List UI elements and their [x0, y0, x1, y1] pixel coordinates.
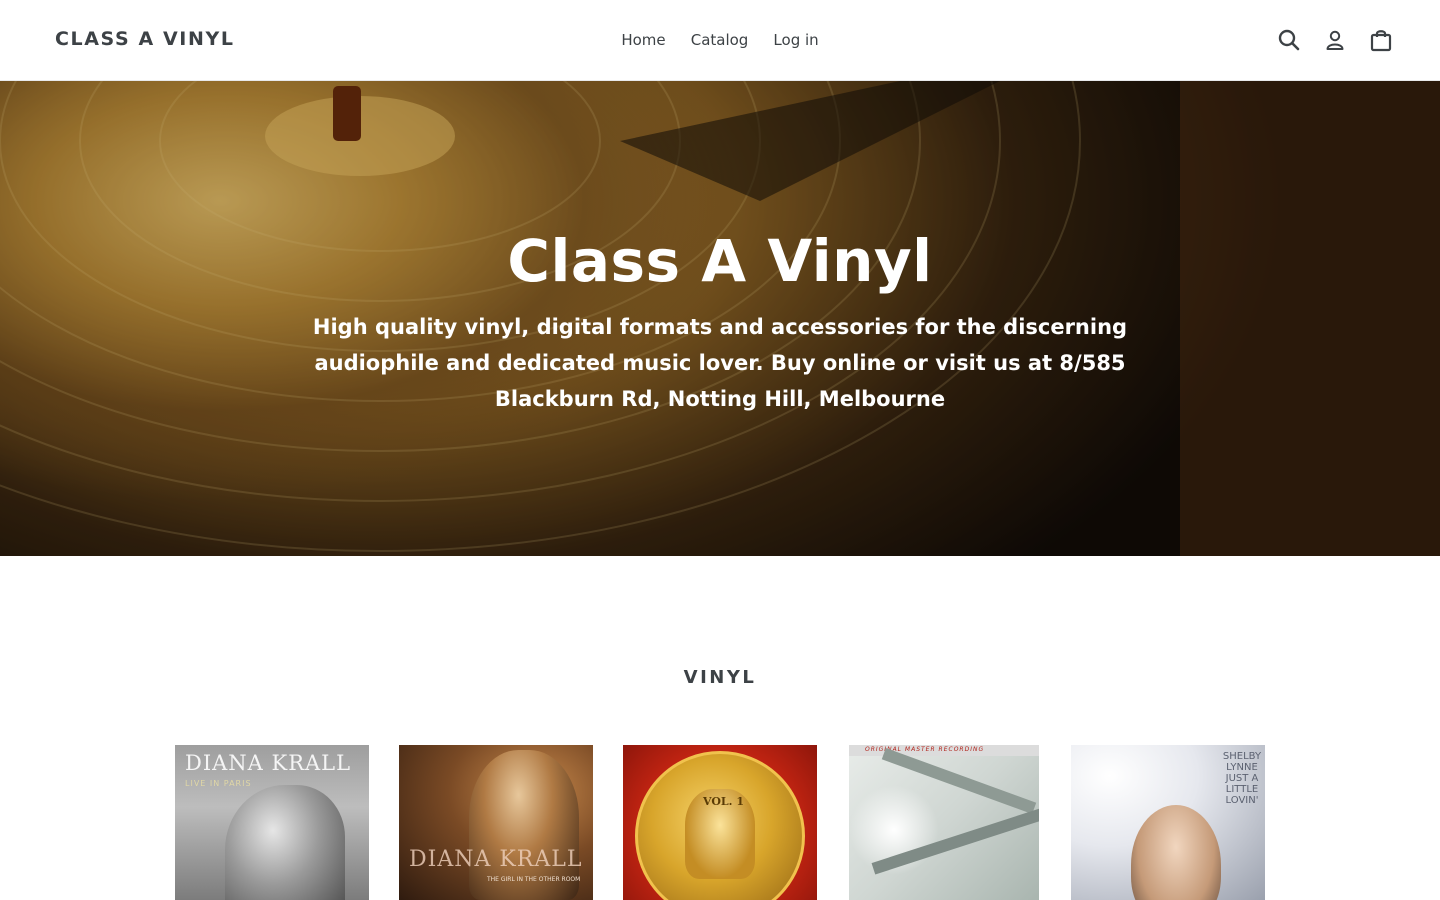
- cover-album: THE GIRL IN THE OTHER ROOM: [487, 876, 581, 883]
- album-cover-3: VOL. 1: [623, 745, 817, 900]
- hero-subtitle: High quality vinyl, digital formats and …: [312, 315, 1128, 411]
- cover-portrait: [225, 785, 345, 900]
- album-cover-5: SHELBY LYNNE JUST A LITTLE LOVIN': [1071, 745, 1265, 900]
- product-card-2[interactable]: DIANA KRALL THE GIRL IN THE OTHER ROOM: [399, 745, 593, 900]
- cover-banner-text: ORIGINAL MASTER RECORDING: [865, 746, 985, 753]
- cart-icon[interactable]: [1368, 27, 1394, 53]
- cover-artist: DIANA KRALL: [409, 847, 583, 872]
- search-icon[interactable]: [1276, 27, 1302, 53]
- account-icon[interactable]: [1322, 27, 1348, 53]
- site-header: CLASS A VINYL Home Catalog Log in: [0, 0, 1440, 81]
- header-icons: [1256, 27, 1394, 53]
- album-cover-2: DIANA KRALL THE GIRL IN THE OTHER ROOM: [399, 745, 593, 900]
- cover-artist: DIANA KRALL: [185, 751, 352, 775]
- product-card-4[interactable]: ORIGINAL MASTER RECORDING: [849, 745, 1039, 900]
- album-cover-4: ORIGINAL MASTER RECORDING: [849, 745, 1039, 900]
- cover-volume: VOL. 1: [703, 795, 744, 808]
- collection-title: VINYL: [683, 667, 757, 688]
- nav-catalog[interactable]: Catalog: [691, 31, 749, 49]
- cover-portrait: [1131, 805, 1221, 900]
- product-card-1[interactable]: DIANA KRALL LIVE IN PARIS: [175, 745, 369, 900]
- product-card-5[interactable]: SHELBY LYNNE JUST A LITTLE LOVIN': [1071, 745, 1265, 900]
- cover-title: SHELBY LYNNE JUST A LITTLE LOVIN': [1222, 751, 1262, 806]
- album-cover-1: DIANA KRALL LIVE IN PARIS: [175, 745, 369, 900]
- cover-album: LIVE IN PARIS: [185, 779, 252, 788]
- hero-banner: Class A Vinyl High quality vinyl, digita…: [0, 81, 1440, 556]
- hero-title: Class A Vinyl: [507, 227, 933, 295]
- main-nav: Home Catalog Log in: [0, 30, 1440, 49]
- nav-log-in[interactable]: Log in: [773, 31, 818, 49]
- product-card-3[interactable]: VOL. 1: [623, 745, 817, 900]
- nav-home[interactable]: Home: [621, 31, 665, 49]
